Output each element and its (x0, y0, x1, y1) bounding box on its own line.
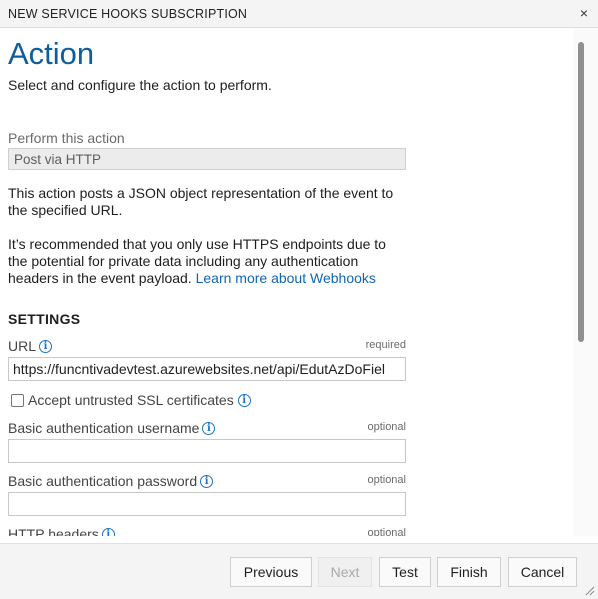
resize-grip-icon[interactable] (585, 586, 595, 596)
ssl-checkbox-row[interactable]: Accept untrusted SSL certificates i (11, 392, 251, 408)
password-optional-tag: optional (367, 474, 406, 486)
learn-more-link[interactable]: Learn more about Webhooks (196, 270, 376, 286)
info-icon[interactable]: i (237, 393, 251, 407)
finish-button[interactable]: Finish (437, 557, 501, 587)
next-button[interactable]: Next (318, 557, 372, 587)
action-field: Post via HTTP (8, 148, 406, 170)
info-icon[interactable]: i (39, 339, 53, 353)
page-subtitle: Select and configure the action to perfo… (8, 77, 272, 93)
ssl-checkbox[interactable] (11, 393, 24, 407)
dialog-footer: Previous Next Test Finish Cancel (0, 543, 598, 599)
info-icon[interactable]: i (200, 474, 214, 488)
password-label: Basic authentication password (8, 473, 198, 489)
password-label-row: Basic authentication password i (8, 473, 214, 489)
url-label-row: URL i (8, 338, 53, 354)
username-input[interactable] (8, 439, 406, 463)
username-optional-tag: optional (367, 421, 406, 433)
dialog-content: Action Select and configure the action t… (0, 28, 574, 536)
headers-optional-tag: optional (367, 527, 406, 536)
dialog-title: NEW SERVICE HOOKS SUBSCRIPTION (8, 7, 248, 21)
dialog-titlebar: NEW SERVICE HOOKS SUBSCRIPTION × (0, 0, 598, 28)
ssl-checkbox-label: Accept untrusted SSL certificates (28, 392, 234, 408)
settings-heading: SETTINGS (8, 311, 81, 327)
url-required-tag: required (365, 339, 406, 351)
test-button[interactable]: Test (379, 557, 431, 587)
info-icon[interactable]: i (202, 421, 216, 435)
username-label: Basic authentication username (8, 420, 200, 436)
action-description: This action posts a JSON object represen… (8, 185, 394, 218)
url-label: URL (8, 338, 37, 354)
action-label: Perform this action (8, 130, 125, 146)
scrollbar-thumb[interactable] (578, 42, 584, 342)
password-input[interactable] (8, 492, 406, 516)
info-icon[interactable]: i (101, 527, 115, 536)
url-input[interactable] (8, 357, 406, 381)
headers-label: HTTP headers (8, 526, 99, 536)
page-title: Action (8, 36, 95, 71)
headers-label-row: HTTP headers i (8, 526, 115, 536)
https-recommendation: It’s recommended that you only use HTTPS… (8, 236, 408, 287)
username-label-row: Basic authentication username i (8, 420, 216, 436)
previous-button[interactable]: Previous (230, 557, 312, 587)
cancel-button[interactable]: Cancel (508, 557, 577, 587)
close-icon[interactable]: × (580, 5, 588, 21)
